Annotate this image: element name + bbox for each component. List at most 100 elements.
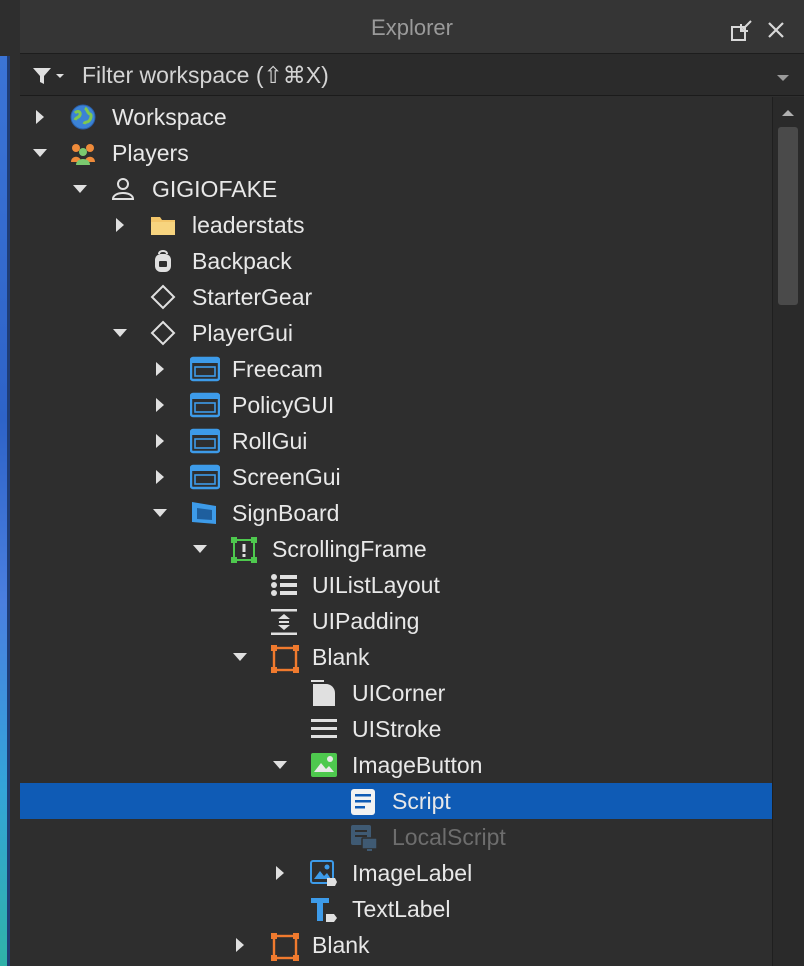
tree-item-label: ScrollingFrame bbox=[272, 536, 427, 562]
viewport-edge-border bbox=[7, 56, 10, 966]
chevron-down-icon[interactable] bbox=[32, 145, 48, 161]
tree-item-label: LocalScript bbox=[392, 824, 506, 850]
padding-icon bbox=[270, 608, 297, 635]
chevron-right-icon[interactable] bbox=[232, 937, 248, 953]
tree-item-label: UIStroke bbox=[352, 716, 442, 742]
chevron-down-icon[interactable] bbox=[272, 757, 288, 773]
tree-item[interactable]: StarterGear bbox=[20, 279, 772, 315]
chevron-down-icon[interactable] bbox=[192, 541, 208, 557]
chevron-right-icon[interactable] bbox=[152, 469, 168, 485]
tree-item[interactable]: ScrollingFrame bbox=[20, 531, 772, 567]
tree-item-label: Blank bbox=[312, 644, 370, 670]
tree-item[interactable]: GIGIOFAKE bbox=[20, 171, 772, 207]
corner-icon bbox=[310, 680, 336, 706]
tree-item[interactable]: Blank bbox=[20, 927, 772, 963]
tree-item-label: UIPadding bbox=[312, 608, 420, 634]
script-icon bbox=[350, 788, 376, 815]
chevron-down-icon[interactable] bbox=[72, 181, 88, 197]
image-button-icon bbox=[310, 752, 337, 778]
tree-item-label: Script bbox=[392, 788, 451, 814]
scroll-up-icon[interactable] bbox=[781, 105, 795, 123]
tree-item[interactable]: Backpack bbox=[20, 243, 772, 279]
local-script-icon bbox=[350, 824, 378, 851]
tree-item-label: ImageButton bbox=[352, 752, 483, 778]
surfacegui-icon bbox=[190, 500, 216, 526]
tree-item-label: UICorner bbox=[352, 680, 446, 706]
text-label-icon bbox=[310, 896, 337, 922]
tree-item-label: Players bbox=[112, 140, 189, 166]
tree-item-label: Backpack bbox=[192, 248, 292, 274]
viewport-edge bbox=[0, 0, 20, 966]
undock-icon[interactable] bbox=[730, 18, 754, 42]
chevron-right-icon[interactable] bbox=[152, 361, 168, 377]
diamond-icon bbox=[150, 284, 176, 310]
scrollingframe-icon bbox=[230, 536, 257, 563]
tree-item[interactable]: TextLabel bbox=[20, 891, 772, 927]
tree-item[interactable]: Script bbox=[20, 783, 772, 819]
players-icon bbox=[70, 140, 96, 166]
tree-item[interactable]: SignBoard bbox=[20, 495, 772, 531]
list-layout-icon bbox=[270, 572, 297, 598]
chevron-down-icon[interactable] bbox=[152, 505, 168, 521]
panel-title: Explorer bbox=[371, 15, 453, 40]
tree-item-label: Workspace bbox=[112, 104, 227, 130]
tree-item[interactable]: Players bbox=[20, 135, 772, 171]
frame-icon bbox=[270, 932, 299, 961]
filter-bar[interactable]: Filter workspace (⇧⌘X) bbox=[20, 54, 804, 96]
tree-item-label: StarterGear bbox=[192, 284, 313, 310]
tree-item-label: RollGui bbox=[232, 428, 308, 454]
explorer-titlebar: Explorer bbox=[20, 0, 804, 54]
globe-icon bbox=[70, 104, 96, 130]
image-label-icon bbox=[310, 860, 337, 886]
tree-item-label: TextLabel bbox=[352, 896, 451, 922]
tree-item[interactable]: LocalScript bbox=[20, 819, 772, 855]
tree-item-label: Freecam bbox=[232, 356, 323, 382]
screengui-icon bbox=[189, 428, 221, 454]
tree-item[interactable]: RollGui bbox=[20, 423, 772, 459]
filter-icon[interactable] bbox=[32, 66, 68, 91]
chevron-right-icon[interactable] bbox=[32, 109, 48, 125]
diamond-icon bbox=[150, 320, 176, 346]
tree-item[interactable]: ScreenGui bbox=[20, 459, 772, 495]
close-icon[interactable] bbox=[764, 18, 788, 42]
tree-item[interactable]: ImageLabel bbox=[20, 855, 772, 891]
tree-item[interactable]: PlayerGui bbox=[20, 315, 772, 351]
screengui-icon bbox=[189, 356, 221, 382]
tree-item[interactable]: ImageButton bbox=[20, 747, 772, 783]
chevron-down-icon[interactable] bbox=[112, 325, 128, 341]
tree-item-label: Blank bbox=[312, 932, 370, 958]
tree-item-label: UIListLayout bbox=[312, 572, 440, 598]
chevron-down-icon[interactable] bbox=[232, 649, 248, 665]
explorer-tree: Workspace Players GIGIOFAKE leaderstats Back… bbox=[20, 97, 772, 966]
frame-icon bbox=[270, 644, 299, 673]
tree-item-label: PlayerGui bbox=[192, 320, 293, 346]
player-icon bbox=[110, 176, 136, 202]
chevron-right-icon[interactable] bbox=[152, 397, 168, 413]
scrollbar[interactable] bbox=[772, 97, 804, 966]
tree-item[interactable]: Freecam bbox=[20, 351, 772, 387]
tree-item[interactable]: UICorner bbox=[20, 675, 772, 711]
scrollbar-thumb[interactable] bbox=[778, 127, 798, 305]
stroke-icon bbox=[310, 716, 337, 742]
chevron-right-icon[interactable] bbox=[272, 865, 288, 881]
filter-input[interactable]: Filter workspace (⇧⌘X) bbox=[82, 62, 329, 89]
tree-item[interactable]: PolicyGUI bbox=[20, 387, 772, 423]
tree-item[interactable]: Workspace bbox=[20, 99, 772, 135]
tree-item-label: ImageLabel bbox=[352, 860, 473, 886]
chevron-down-icon[interactable] bbox=[776, 70, 790, 88]
chevron-right-icon[interactable] bbox=[112, 217, 128, 233]
tree-item[interactable]: UIStroke bbox=[20, 711, 772, 747]
folder-icon bbox=[150, 212, 176, 238]
screengui-icon bbox=[189, 464, 221, 490]
tree-item-label: PolicyGUI bbox=[232, 392, 335, 418]
tree-item[interactable]: UIPadding bbox=[20, 603, 772, 639]
tree-item[interactable]: leaderstats bbox=[20, 207, 772, 243]
tree-item-label: leaderstats bbox=[192, 212, 305, 238]
backpack-icon bbox=[150, 248, 176, 274]
tree-item-label: SignBoard bbox=[232, 500, 340, 526]
tree-item[interactable]: UIListLayout bbox=[20, 567, 772, 603]
screengui-icon bbox=[189, 392, 221, 418]
viewport-edge-color bbox=[0, 56, 7, 966]
chevron-right-icon[interactable] bbox=[152, 433, 168, 449]
tree-item[interactable]: Blank bbox=[20, 639, 772, 675]
